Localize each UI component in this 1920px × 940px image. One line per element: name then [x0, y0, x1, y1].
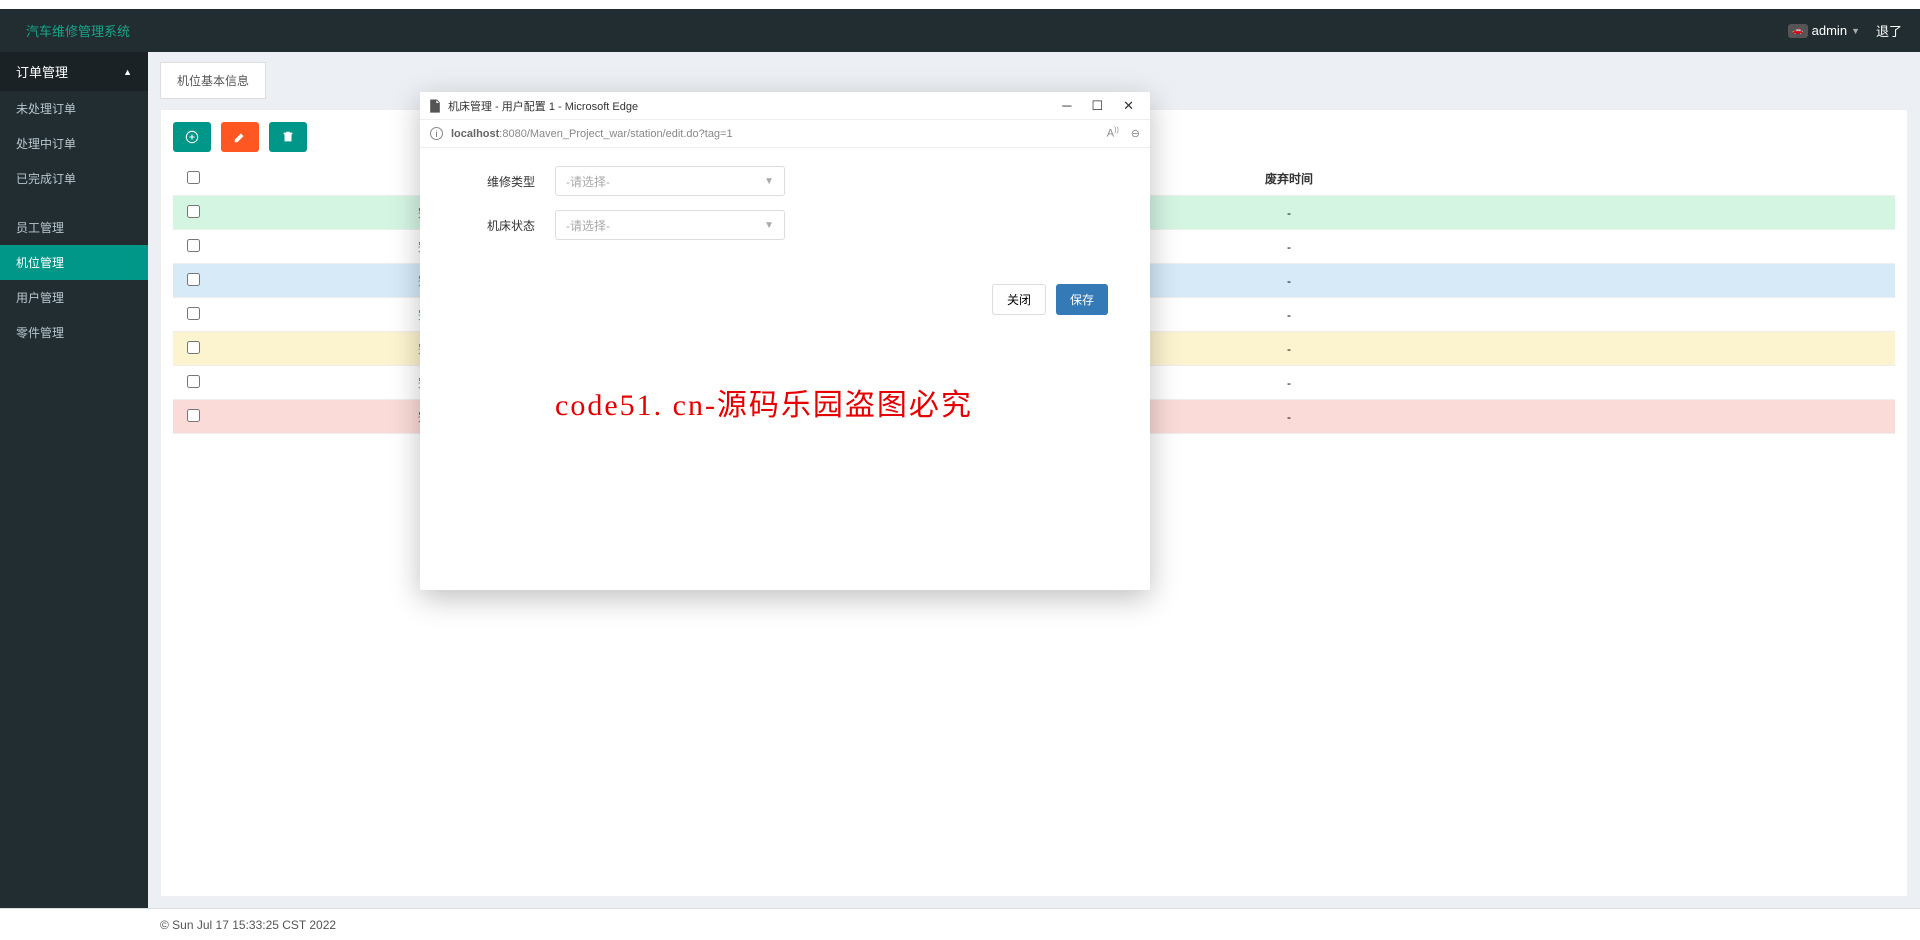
- maximize-icon[interactable]: ☐: [1091, 98, 1103, 114]
- select-repair-type[interactable]: -请选择- ▼: [555, 166, 785, 196]
- sidebar: 订单管理 ▲ 未处理订单处理中订单已完成订单员工管理机位管理用户管理零件管理: [0, 52, 148, 908]
- modal-url-bar: i localhost:8080/Maven_Project_war/stati…: [420, 120, 1150, 148]
- footer: © Sun Jul 17 15:33:25 CST 2022: [0, 908, 1920, 940]
- modal-titlebar: 机床管理 - 用户配置 1 - Microsoft Edge ─ ☐ ✕: [420, 92, 1150, 120]
- edit-button[interactable]: [221, 122, 259, 152]
- chevron-up-icon: ▲: [123, 67, 132, 77]
- row-checkbox[interactable]: [187, 273, 200, 286]
- sidebar-group-orders[interactable]: 订单管理 ▲: [0, 52, 148, 91]
- sidebar-item-3[interactable]: 员工管理: [0, 210, 148, 245]
- sidebar-item-4[interactable]: 机位管理: [0, 245, 148, 280]
- row-checkbox[interactable]: [187, 341, 200, 354]
- chevron-down-icon: ▼: [764, 176, 774, 187]
- sidebar-item-0[interactable]: 未处理订单: [0, 91, 148, 126]
- avatar-icon: 🚗: [1788, 24, 1808, 38]
- sidebar-item-6[interactable]: 零件管理: [0, 315, 148, 350]
- row-checkbox[interactable]: [187, 409, 200, 422]
- read-aloud-icon[interactable]: A)): [1107, 127, 1119, 140]
- delete-button[interactable]: [269, 122, 307, 152]
- trash-icon: [281, 130, 295, 144]
- save-button[interactable]: 保存: [1056, 284, 1108, 315]
- document-icon: [428, 99, 442, 113]
- sidebar-item-2[interactable]: 已完成订单: [0, 161, 148, 196]
- user-menu[interactable]: 🚗 admin ▼: [1788, 23, 1860, 38]
- chevron-down-icon: ▼: [1851, 26, 1860, 36]
- modal-title-text: 机床管理 - 用户配置 1 - Microsoft Edge: [448, 98, 638, 114]
- add-button[interactable]: [173, 122, 211, 152]
- row-checkbox[interactable]: [187, 307, 200, 320]
- select-all-checkbox[interactable]: [187, 171, 200, 184]
- row-checkbox[interactable]: [187, 375, 200, 388]
- close-button[interactable]: 关闭: [992, 284, 1046, 315]
- username: admin: [1812, 23, 1847, 38]
- minimize-icon[interactable]: ─: [1062, 98, 1071, 114]
- plus-circle-icon: [185, 130, 199, 144]
- edit-modal: 机床管理 - 用户配置 1 - Microsoft Edge ─ ☐ ✕ i l…: [420, 92, 1150, 590]
- info-icon[interactable]: i: [430, 127, 443, 140]
- row-checkbox[interactable]: [187, 239, 200, 252]
- select-machine-status[interactable]: -请选择- ▼: [555, 210, 785, 240]
- logout-link[interactable]: 退了: [1876, 21, 1902, 40]
- chevron-down-icon: ▼: [764, 220, 774, 231]
- sidebar-item-1[interactable]: 处理中订单: [0, 126, 148, 161]
- zoom-icon[interactable]: ⊖: [1131, 127, 1140, 140]
- app-logo: 汽车维修管理系统: [18, 21, 130, 40]
- close-icon[interactable]: ✕: [1123, 98, 1134, 114]
- tab-station-info[interactable]: 机位基本信息: [160, 62, 266, 99]
- pencil-icon: [233, 130, 247, 144]
- label-machine-status: 机床状态: [450, 217, 555, 234]
- row-checkbox[interactable]: [187, 205, 200, 218]
- header: 汽车维修管理系统 🚗 admin ▼ 退了: [0, 9, 1920, 52]
- label-repair-type: 维修类型: [450, 173, 555, 190]
- sidebar-item-5[interactable]: 用户管理: [0, 280, 148, 315]
